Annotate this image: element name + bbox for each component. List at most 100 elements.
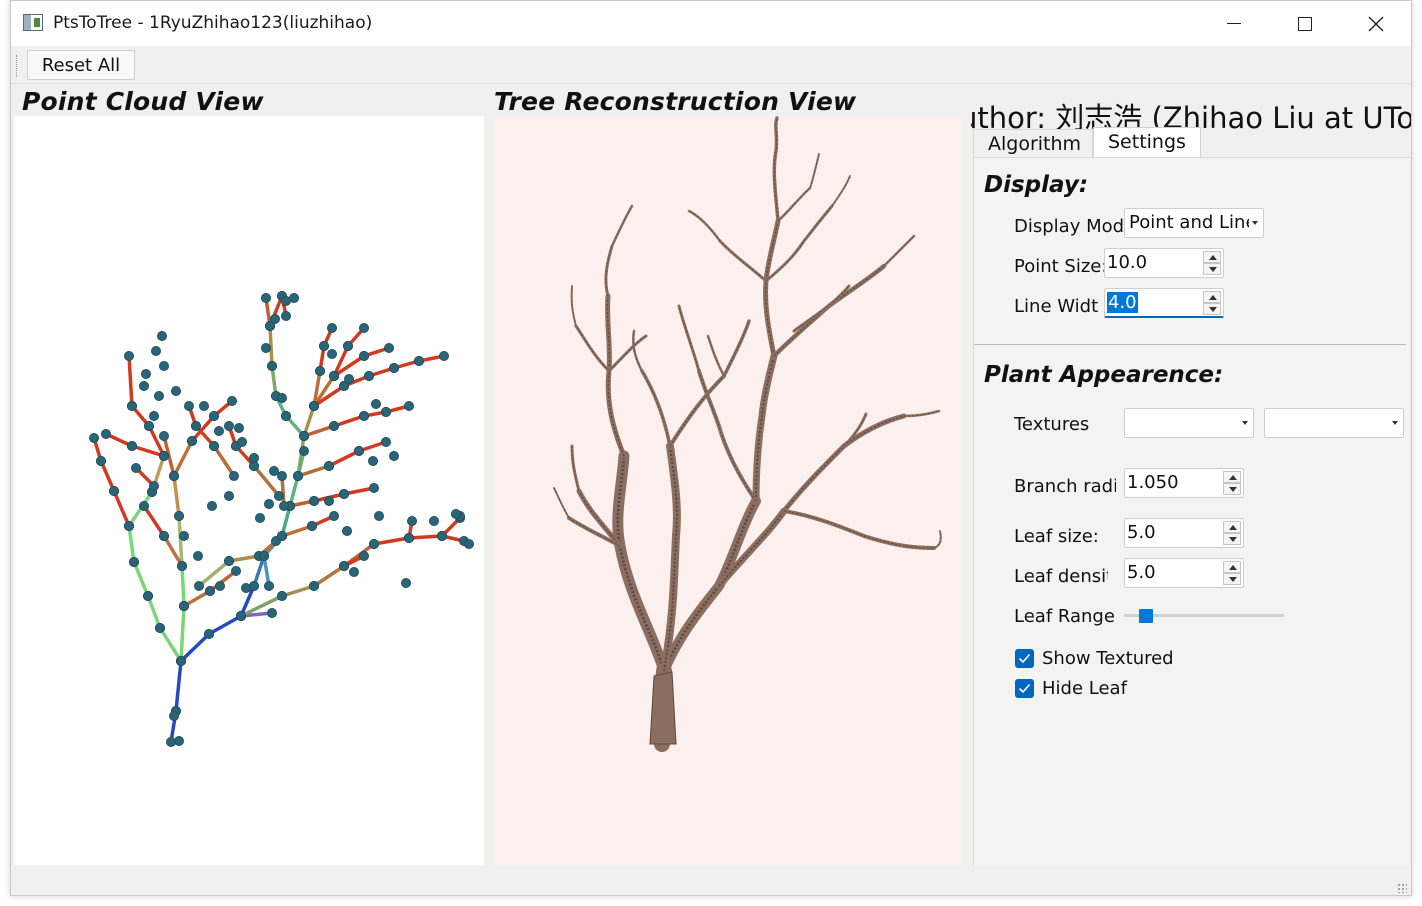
title-bar[interactable]: PtsToTree - 1RyuZhihao123(liuzhihao) [11,1,1411,46]
spin-down-icon[interactable] [1203,303,1221,315]
skeleton-node [139,500,150,511]
leaf-density-value: 5.0 [1127,562,1156,583]
spin-up-icon[interactable] [1223,561,1241,573]
skeleton-node [96,455,107,466]
tree-branch [772,116,780,223]
skeleton-node [260,292,271,303]
skeleton-node [367,455,378,466]
display-mode-value: Point and Line [1129,212,1249,233]
skeleton-node [343,373,354,384]
skeleton-node [368,482,379,493]
close-button[interactable] [1341,1,1411,46]
skeleton-node [170,385,181,396]
skeleton-node [298,445,309,456]
spin-down-icon[interactable] [1223,483,1241,495]
skeleton-node [358,350,369,361]
point-cloud-viewport[interactable] [14,116,484,865]
skeleton-node [326,348,337,359]
tree-branch [752,352,778,505]
skeleton-branch [197,559,231,588]
skeleton-node [124,520,135,531]
skeleton-node [158,530,169,541]
branch-radius-label: Branch radius [1014,476,1116,497]
leaf-range-label: Leaf Range: [1014,606,1114,627]
skeleton-node [148,480,159,491]
leaf-range-slider-handle[interactable] [1139,609,1154,623]
line-width-spinbox[interactable]: 4.0 [1104,288,1224,318]
spin-down-icon[interactable] [1223,533,1241,545]
spin-up-icon[interactable] [1223,521,1241,533]
resize-grip-icon[interactable] [1397,883,1407,893]
show-textured-leaf-label[interactable]: Show Textured Leaf [1042,648,1176,669]
skeleton-node [258,550,269,561]
skeleton-branch [327,449,361,468]
skeleton-branch [132,560,150,598]
skeleton-node [358,550,369,561]
skeleton-node [341,525,352,536]
skeleton-branch [172,439,194,478]
spin-up-icon[interactable] [1223,471,1241,483]
skeleton-node [292,470,303,481]
maximize-button[interactable] [1270,1,1340,46]
spin-up-icon[interactable] [1203,251,1221,263]
skeleton-node [223,490,234,501]
skeleton-node [248,452,259,463]
tree-reconstruction-canvas[interactable] [494,116,962,865]
spin-up-icon[interactable] [1203,291,1221,303]
tree-branch [640,369,672,448]
tab-settings[interactable]: Settings [1093,127,1201,159]
hide-leaf-label[interactable]: Hide Leaf [1042,678,1176,699]
skeleton-branch [312,564,346,588]
skeleton-node [463,538,474,549]
leaf-size-spinbox[interactable]: 5.0 [1124,518,1244,548]
skeleton-branch [158,626,183,663]
chevron-down-icon [1252,221,1258,225]
skeleton-node [263,498,274,509]
skeleton-node [168,470,179,481]
skeleton-node [276,392,287,403]
branch-radius-spinbox[interactable]: 1.050 [1124,468,1244,498]
texture-combo-2[interactable] [1264,408,1404,438]
point-size-spinbox[interactable]: 10.0 [1104,248,1224,278]
skeleton-node [380,406,391,417]
skeleton-node [173,736,184,747]
skeleton-node [278,500,289,511]
hide-leaf-checkbox[interactable] [1015,679,1034,698]
skeleton-node [260,342,271,353]
skeleton-node [266,360,277,371]
display-mode-combo[interactable]: Point and Line [1124,208,1264,238]
section-divider [974,344,1406,345]
minimize-button[interactable] [1199,1,1269,46]
leaf-density-spinbox[interactable]: 5.0 [1124,558,1244,588]
chevron-down-icon [1242,421,1248,425]
tree-branch [604,244,614,298]
skeleton-node [328,510,339,521]
texture-combo-1[interactable] [1124,408,1254,438]
spin-down-icon[interactable] [1223,573,1241,585]
tree-reconstruction-viewport[interactable] [494,116,962,865]
tree-branch [574,324,611,373]
point-size-value: 10.0 [1107,252,1148,273]
skeleton-node [139,380,150,391]
chevron-down-icon [1392,421,1398,425]
leaf-density-label: Leaf density [1014,566,1108,587]
skeleton-node [263,580,274,591]
spin-down-icon[interactable] [1203,263,1221,275]
skeleton-node [156,330,167,341]
reset-all-button[interactable]: Reset All [27,50,135,80]
skeleton-node [230,565,241,576]
skeleton-node [213,425,224,436]
show-textured-leaf-checkbox[interactable] [1015,649,1034,668]
skeleton-node [208,440,219,451]
skeleton-node [403,532,414,543]
skeleton-branch [127,354,134,408]
skeleton-node [358,322,369,333]
skeleton-node [186,435,197,446]
skeleton-node [436,530,447,541]
point-cloud-canvas[interactable] [14,116,484,865]
skeleton-node [193,580,204,591]
tab-algorithm[interactable]: Algorithm [973,129,1093,159]
toolbar-grip-icon[interactable] [16,55,19,77]
skeleton-node [276,530,287,541]
skeleton-node [206,500,217,511]
